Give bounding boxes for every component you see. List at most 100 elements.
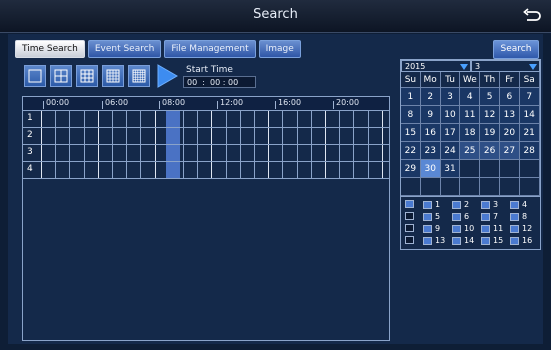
channel-checkbox-item[interactable]: 11 — [481, 224, 503, 233]
channel-checkbox-item[interactable]: 5 — [423, 212, 440, 221]
timeline-tick: 00:00 — [42, 98, 70, 109]
layout-4-button[interactable] — [50, 65, 72, 87]
channel-checkbox[interactable] — [452, 200, 461, 209]
channel-checkbox-item[interactable]: 3 — [481, 200, 498, 209]
calendar-day[interactable]: 1 — [401, 88, 421, 106]
calendar-day[interactable]: 9 — [420, 106, 441, 124]
year-select[interactable]: 2015 — [401, 60, 471, 72]
calendar-day[interactable]: 25 — [460, 142, 481, 160]
calendar-day[interactable]: 4 — [460, 88, 481, 106]
channel-row-2[interactable]: 2 — [23, 127, 389, 144]
calendar-day[interactable]: 28 — [519, 142, 540, 160]
channel-row-3[interactable]: 3 — [23, 144, 389, 161]
channel-checkbox-item[interactable]: 1 — [423, 200, 440, 209]
channel-row-4[interactable]: 4 — [23, 161, 389, 178]
calendar-day[interactable]: 6 — [499, 88, 520, 106]
channel-checkbox-item[interactable]: 9 — [423, 224, 440, 233]
channel-checkbox[interactable] — [452, 212, 461, 221]
channel-checkbox-item[interactable]: 6 — [452, 212, 469, 221]
channel-checkbox[interactable] — [423, 236, 432, 245]
back-button[interactable] — [521, 5, 543, 27]
channel-row-1[interactable]: 1 — [23, 110, 389, 127]
channel-checkbox-item[interactable]: 13 — [423, 236, 445, 245]
row-select-checkbox[interactable] — [405, 224, 414, 232]
channel-checkbox-label: 6 — [464, 212, 470, 221]
search-button[interactable]: Search — [493, 40, 539, 59]
layout-16-button[interactable] — [102, 65, 124, 87]
tab-file-management[interactable]: File Management — [164, 40, 256, 58]
row-select-checkbox[interactable] — [405, 236, 414, 244]
calendar-day[interactable]: 22 — [401, 142, 421, 160]
calendar-day[interactable]: 29 — [401, 160, 421, 178]
calendar-day[interactable]: 18 — [460, 124, 481, 142]
channel-checkbox[interactable] — [481, 200, 490, 209]
row-select-checkbox[interactable] — [405, 212, 414, 220]
calendar-day[interactable]: 14 — [519, 106, 540, 124]
calendar-grid: Su Mo Tu We Th Fr Sa 1 2 3 4 5 6 7 8 9 10 11 12 13 14 15 16 17 1… — [401, 72, 540, 196]
calendar-day[interactable]: 30 — [420, 160, 441, 178]
calendar-day[interactable]: 21 — [519, 124, 540, 142]
calendar-empty-cell — [480, 160, 500, 178]
calendar-day[interactable]: 2 — [420, 88, 441, 106]
channel-checkbox[interactable] — [481, 236, 490, 245]
calendar-day[interactable]: 20 — [499, 124, 520, 142]
channel-checkbox-label: 7 — [493, 212, 499, 221]
channel-checkbox[interactable] — [423, 200, 432, 209]
timeline-row-divider — [23, 178, 389, 179]
calendar-day[interactable]: 27 — [499, 142, 520, 160]
calendar-day[interactable]: 10 — [440, 106, 461, 124]
channel-checkbox[interactable] — [423, 212, 432, 221]
channel-checkbox-item[interactable]: 10 — [452, 224, 474, 233]
calendar-day[interactable]: 11 — [460, 106, 481, 124]
channel-checkbox[interactable] — [423, 224, 432, 233]
tab-time-search[interactable]: Time Search — [15, 40, 85, 58]
channel-checkbox[interactable] — [452, 224, 461, 233]
select-all-channels[interactable] — [405, 200, 414, 208]
tab-image[interactable]: Image — [258, 40, 301, 58]
channel-checkbox-label: 12 — [522, 224, 533, 233]
calendar-day[interactable]: 7 — [519, 88, 540, 106]
channel-checkbox[interactable] — [452, 236, 461, 245]
channel-checkbox-label: 13 — [435, 236, 446, 245]
calendar-day[interactable]: 19 — [480, 124, 500, 142]
calendar-day[interactable]: 13 — [499, 106, 520, 124]
layout-25-icon — [132, 69, 146, 83]
calendar-day[interactable]: 5 — [480, 88, 500, 106]
calendar-day[interactable]: 26 — [480, 142, 500, 160]
channel-checkbox[interactable] — [510, 212, 519, 221]
channel-checkbox-item[interactable]: 16 — [510, 236, 532, 245]
channel-checkbox-item[interactable]: 4 — [510, 200, 527, 209]
date-calendar: 2015 3 Su Mo Tu We Th Fr Sa 1 2 3 4 5 6 7 8 9 10 11 12 13 14… — [400, 59, 541, 197]
channel-checkbox-item[interactable]: 8 — [510, 212, 527, 221]
select-all-checkbox[interactable] — [405, 200, 414, 208]
calendar-day[interactable]: 17 — [440, 124, 461, 142]
calendar-day[interactable]: 16 — [420, 124, 441, 142]
channel-checkbox-item[interactable]: 12 — [510, 224, 532, 233]
channel-checkbox[interactable] — [481, 224, 490, 233]
layout-25-button[interactable] — [128, 65, 150, 87]
calendar-day[interactable]: 15 — [401, 124, 421, 142]
calendar-day[interactable]: 3 — [440, 88, 461, 106]
month-select[interactable]: 3 — [471, 60, 540, 72]
play-button[interactable] — [156, 64, 178, 88]
layout-1-button[interactable] — [24, 65, 46, 87]
start-time-input[interactable]: 00 : 00 : 00 — [183, 76, 256, 88]
channel-checkbox[interactable] — [510, 200, 519, 209]
layout-9-button[interactable] — [76, 65, 98, 87]
weekday-label: Mo — [420, 72, 441, 88]
channel-checkbox[interactable] — [510, 236, 519, 245]
calendar-day[interactable]: 31 — [440, 160, 461, 178]
tab-event-search[interactable]: Event Search — [87, 40, 162, 58]
calendar-day[interactable]: 23 — [420, 142, 441, 160]
channel-checkbox[interactable] — [510, 224, 519, 233]
channel-checkbox-item[interactable]: 14 — [452, 236, 474, 245]
channel-checkbox-item[interactable]: 15 — [481, 236, 503, 245]
channel-checkbox-item[interactable]: 7 — [481, 212, 498, 221]
channel-checkbox-item[interactable]: 2 — [452, 200, 469, 209]
timeline-header: 00:00 06:00 08:00 12:00 16:00 20:00 — [23, 97, 389, 110]
calendar-day[interactable]: 24 — [440, 142, 461, 160]
calendar-day[interactable]: 12 — [480, 106, 500, 124]
calendar-day[interactable]: 8 — [401, 106, 421, 124]
channel-checkbox[interactable] — [481, 212, 490, 221]
timeline-tick: 06:00 — [101, 98, 129, 109]
